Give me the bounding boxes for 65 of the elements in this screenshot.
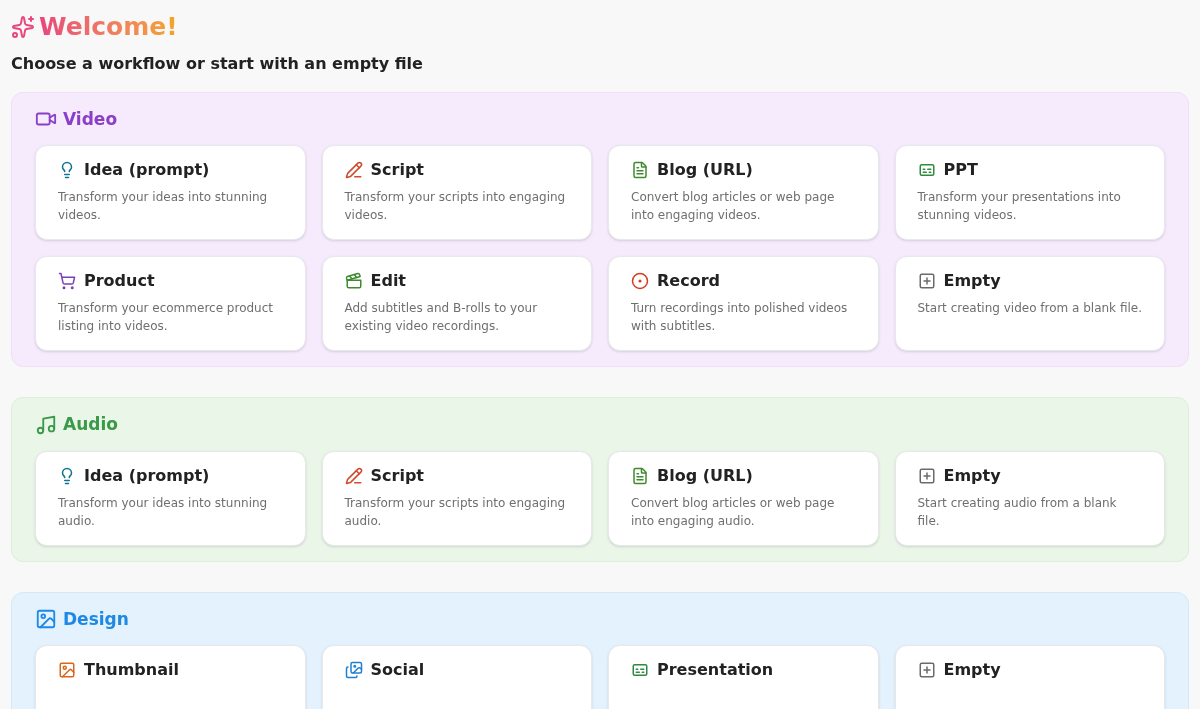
record-icon [631, 272, 649, 290]
workflow-card[interactable]: Idea (prompt) Transform your ideas into stunning audio. [35, 450, 306, 546]
card-title: Idea (prompt) [84, 159, 210, 181]
document-icon [631, 466, 649, 485]
subtitle: Choose a workflow or start with an empty file [11, 52, 424, 75]
workflow-card[interactable]: Empty Start creating video from a blank file. [894, 256, 1165, 351]
document-icon [631, 161, 649, 179]
workflow-card[interactable]: Record Turn recordings into polished videos with subtitles. [608, 256, 879, 351]
workflow-card[interactable]: Presentation [608, 645, 879, 709]
card-title: Script [370, 159, 424, 181]
card-title: Blog (URL) [657, 159, 753, 181]
card-description: Transform your ideas into stunning videos. [58, 189, 269, 224]
plus-square-icon [917, 466, 936, 485]
section-title: Audio [63, 413, 118, 436]
card-title: Record [657, 270, 720, 292]
plus-square-icon [917, 661, 936, 679]
workflow-card[interactable]: Product Transform your ecommerce product listing into videos. [35, 256, 306, 351]
card-description: Transform your ecommerce product listing into videos. [58, 300, 274, 335]
cart-icon [58, 272, 76, 290]
workflow-card[interactable]: Edit Add subtitles and B-rolls to your existing video recordings. [321, 256, 592, 351]
section-title: Video [63, 107, 118, 131]
card-title: Product [84, 270, 155, 292]
workflow-card[interactable]: PPT Transform your presentations into stunning videos. [894, 145, 1165, 240]
card-title: Thumbnail [84, 659, 179, 681]
workflow-card[interactable]: Idea (prompt) Transform your ideas into stunning videos. [35, 145, 306, 240]
pencil-icon [344, 161, 363, 179]
card-description: Convert blog articles or web page into engaging audio. [631, 494, 836, 530]
workflow-card[interactable]: Thumbnail [35, 645, 306, 709]
slide-icon [631, 661, 649, 679]
card-description: Transform your scripts into engaging audio. [344, 494, 567, 530]
workflow-card[interactable]: Blog (URL) Convert blog articles or web page into engaging audio. [608, 450, 879, 546]
workflow-card[interactable]: Blog (URL) Convert blog articles or web page into engaging videos. [608, 145, 879, 240]
clapperboard-icon [344, 272, 363, 290]
workflow-card[interactable]: Script Transform your scripts into engaging audio. [321, 450, 592, 546]
workflow-card[interactable]: Empty [894, 645, 1165, 709]
card-title: Empty [943, 464, 1001, 487]
card-description: Add subtitles and B-rolls to your existing video recordings. [344, 300, 539, 335]
card-title: Script [370, 464, 424, 487]
pencil-icon [344, 466, 363, 485]
plus-square-icon [917, 272, 936, 290]
card-title: Idea (prompt) [84, 464, 210, 487]
music-note-icon [35, 413, 57, 436]
slide-icon [917, 161, 936, 179]
card-title: Empty [943, 659, 1001, 681]
image-icon [58, 661, 76, 679]
card-description: Transform your ideas into stunning audio. [58, 494, 269, 530]
card-description: Convert blog articles or web page into engaging videos. [631, 189, 836, 224]
card-description: Turn recordings into polished videos with subtitles. [631, 300, 849, 335]
card-description: Start creating audio from a blank file. [917, 494, 1118, 530]
workflow-card[interactable]: Script Transform your scripts into engaging videos. [321, 145, 592, 240]
card-description: Start creating video from a blank file. [917, 300, 1142, 317]
workflow-card[interactable]: Social [321, 645, 592, 709]
card-description: Transform your scripts into engaging videos. [344, 189, 567, 224]
card-title: Presentation [657, 659, 774, 681]
image-icon [35, 608, 57, 631]
card-title: Social [370, 659, 425, 681]
workflow-card[interactable]: Empty Start creating audio from a blank file. [894, 450, 1165, 546]
card-description: Transform your presentations into stunning videos. [917, 189, 1122, 224]
sparkles-icon [11, 14, 35, 39]
card-title: Edit [370, 270, 406, 292]
card-title: Empty [943, 270, 1001, 292]
section-title: Design [63, 607, 129, 631]
images-icon [344, 661, 363, 679]
card-title: Blog (URL) [657, 464, 753, 487]
card-title: PPT [943, 159, 978, 181]
